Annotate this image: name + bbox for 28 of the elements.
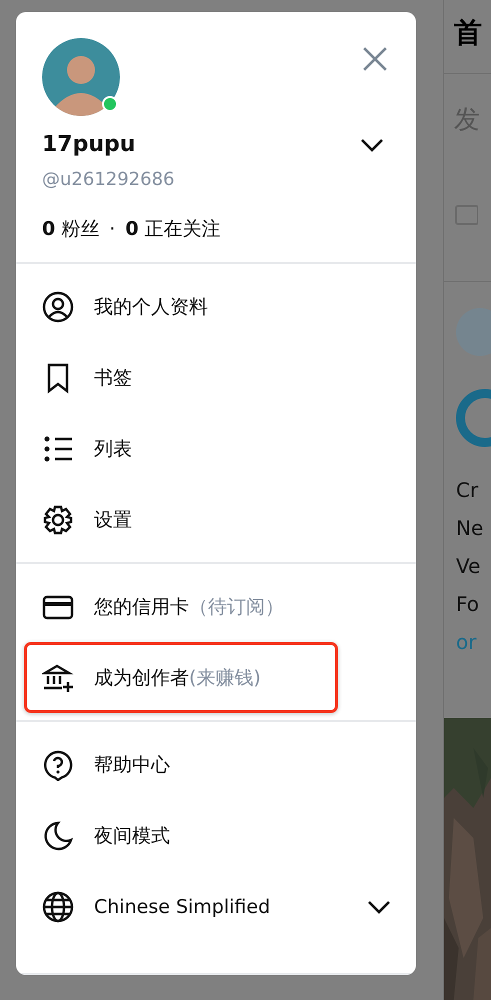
close-button[interactable]	[362, 46, 388, 72]
menu-item[interactable]: 您的信用卡（待订阅）	[27, 574, 405, 639]
moon-icon	[42, 820, 74, 852]
menu-item[interactable]: 设置	[27, 487, 405, 552]
page-title: 首	[454, 16, 482, 49]
menu-item[interactable]: 成为创作者(来赚钱)	[27, 645, 335, 710]
user-handle: @u261292686	[42, 169, 176, 190]
menu-item[interactable]: 我的个人资料	[27, 274, 405, 339]
settings-icon	[42, 504, 74, 536]
post-text: Cr	[456, 477, 480, 503]
person-icon	[42, 290, 74, 322]
chevron-down-icon[interactable]	[360, 138, 384, 152]
help-icon	[42, 748, 74, 780]
post-text: Fo	[456, 591, 480, 617]
user-name: 17pupu	[42, 132, 136, 157]
menu-item[interactable]: 帮助中心	[27, 732, 405, 797]
stat-link[interactable]: 0 正在关注	[125, 216, 221, 242]
stat-link[interactable]: 0 粉丝	[42, 216, 100, 242]
globe-icon	[42, 890, 74, 922]
language-dropdown[interactable]: Chinese Simplified	[27, 874, 405, 939]
menu-item[interactable]: 书签	[27, 345, 405, 410]
menu-item[interactable]: 列表	[27, 416, 405, 481]
avatar[interactable]	[42, 38, 120, 116]
post-text: Ve	[456, 553, 482, 579]
chevron-down-icon	[367, 900, 391, 914]
menu-item[interactable]: 夜间模式	[27, 803, 405, 868]
separator-dot: ·	[109, 218, 116, 240]
post-text: Ne	[456, 515, 484, 541]
